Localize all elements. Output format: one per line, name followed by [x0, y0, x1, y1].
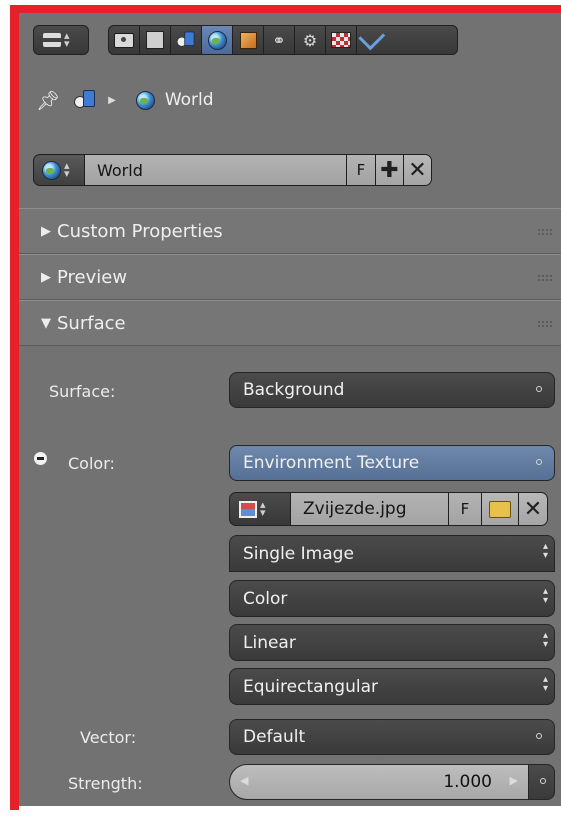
- plus-icon: ✚: [380, 157, 399, 183]
- socket-dot-icon: [540, 778, 546, 784]
- updown-arrows-icon: ▴ ▾: [542, 586, 548, 606]
- interpolation-dropdown[interactable]: Linear ▴ ▾: [229, 624, 555, 661]
- updown-arrows-icon: ▴ ▾: [64, 159, 70, 180]
- socket-dot-icon: [536, 386, 542, 392]
- properties-editor: ▴ ▾ ⚭ ⚙ 📌︎ ▶ World ▴ ▾ World F ✚ ✕ ▶ Cus…: [19, 13, 561, 806]
- menu-icon: [43, 33, 61, 47]
- render-layers-icon: [146, 31, 164, 49]
- scene-icon: [74, 90, 96, 110]
- highlight-border-left: [10, 5, 19, 810]
- projection-value: Equirectangular: [243, 676, 379, 697]
- drag-handle-icon[interactable]: [537, 320, 553, 328]
- world-icon: [42, 160, 61, 180]
- scene-icon: [176, 31, 196, 49]
- updown-arrows-icon: ▴ ▾: [542, 541, 548, 561]
- image-icon: [239, 500, 257, 518]
- close-icon: ✕: [408, 157, 427, 183]
- breadcrumb-label: World: [164, 90, 214, 110]
- context-tabs: ⚭ ⚙: [108, 23, 458, 55]
- pin-icon[interactable]: 📌︎: [36, 89, 60, 112]
- editor-type-selector[interactable]: ▴ ▾: [33, 25, 89, 55]
- highlight-border-top: [10, 5, 561, 13]
- updown-arrows-icon: ▴ ▾: [542, 630, 548, 650]
- physics-icon: [358, 23, 386, 50]
- object-icon: [239, 31, 257, 49]
- interpolation-value: Linear: [243, 632, 296, 653]
- image-source-value: Single Image: [243, 543, 354, 564]
- tab-texture[interactable]: [326, 26, 357, 54]
- image-datablock-selector: ▴ ▾ Zvijezde.jpg F ✕: [229, 492, 548, 526]
- tab-physics[interactable]: [357, 23, 388, 54]
- modifiers-icon: ⚙: [302, 30, 318, 50]
- expand-arrow-icon: ▶: [41, 269, 51, 285]
- panel-surface[interactable]: ▼ Surface: [19, 300, 561, 346]
- surface-shader-field[interactable]: Background: [229, 372, 555, 408]
- panel-title: Preview: [57, 266, 128, 288]
- drag-handle-icon[interactable]: [537, 274, 553, 282]
- vector-label: Vector:: [80, 728, 137, 747]
- color-input-field[interactable]: Environment Texture: [229, 445, 555, 481]
- breadcrumb: 📌︎ ▶ World: [36, 85, 214, 115]
- image-source-dropdown[interactable]: Single Image ▴ ▾: [229, 535, 555, 572]
- unlink-world-button[interactable]: ✕: [404, 154, 432, 186]
- strength-slider[interactable]: ◀ 1.000 ▶: [229, 764, 529, 800]
- strength-label: Strength:: [68, 774, 143, 793]
- updown-arrows-icon: ▴ ▾: [542, 674, 548, 694]
- tab-scene[interactable]: [171, 26, 202, 54]
- world-icon: [135, 90, 155, 110]
- panel-preview[interactable]: ▶ Preview: [19, 254, 561, 300]
- expand-arrow-icon: ▶: [41, 223, 51, 239]
- unlink-image-button[interactable]: ✕: [519, 492, 548, 526]
- image-name-field[interactable]: Zvijezde.jpg: [291, 492, 449, 526]
- world-browse-button[interactable]: ▴ ▾: [33, 154, 85, 186]
- updown-arrows-icon: ▴ ▾: [260, 498, 266, 519]
- vector-input-value: Default: [243, 727, 306, 747]
- surface-label: Surface:: [49, 382, 116, 401]
- close-icon: ✕: [523, 496, 543, 522]
- panel-title: Custom Properties: [57, 220, 223, 242]
- tab-object[interactable]: [233, 26, 264, 54]
- tab-world[interactable]: [202, 26, 233, 54]
- color-space-value: Color: [243, 588, 288, 609]
- collapse-arrow-icon: ▼: [41, 315, 51, 331]
- image-browse-button[interactable]: ▴ ▾: [229, 492, 291, 526]
- decrement-arrow-icon[interactable]: ◀: [240, 774, 248, 787]
- projection-dropdown[interactable]: Equirectangular ▴ ▾: [229, 668, 555, 705]
- collapse-minus-icon[interactable]: [34, 452, 47, 465]
- tab-render-layers[interactable]: [140, 26, 171, 54]
- socket-dot-icon: [536, 733, 542, 739]
- drag-handle-icon[interactable]: [537, 228, 553, 236]
- increment-arrow-icon[interactable]: ▶: [510, 774, 518, 787]
- folder-icon: [489, 500, 511, 518]
- texture-icon: [331, 32, 351, 48]
- color-space-dropdown[interactable]: Color ▴ ▾: [229, 580, 555, 617]
- vector-input-field[interactable]: Default: [229, 719, 555, 755]
- socket-dot-icon: [536, 459, 542, 465]
- tab-render[interactable]: [109, 26, 140, 54]
- screenshot-frame: ▴ ▾ ⚭ ⚙ 📌︎ ▶ World ▴ ▾ World F ✚ ✕ ▶ Cus…: [0, 0, 561, 816]
- updown-arrows-icon: ▴ ▾: [64, 29, 70, 50]
- strength-socket[interactable]: [529, 764, 555, 800]
- fake-user-button[interactable]: F: [347, 154, 376, 186]
- world-icon: [207, 30, 227, 50]
- world-name-field[interactable]: World: [85, 154, 347, 186]
- render-icon: [114, 32, 134, 48]
- open-image-button[interactable]: [482, 492, 519, 526]
- color-label: Color:: [68, 454, 115, 473]
- panel-title: Surface: [57, 312, 126, 334]
- tab-constraints[interactable]: ⚭: [264, 26, 295, 54]
- strength-value: 1.000: [443, 772, 492, 792]
- surface-shader-value: Background: [243, 380, 345, 400]
- tab-modifiers[interactable]: ⚙: [295, 26, 326, 54]
- world-datablock-selector: ▴ ▾ World F ✚ ✕: [33, 154, 432, 186]
- panel-custom-properties[interactable]: ▶ Custom Properties: [19, 208, 561, 254]
- image-fake-user-button[interactable]: F: [449, 492, 482, 526]
- properties-toolbar: ▴ ▾ ⚭ ⚙: [19, 13, 561, 63]
- color-input-value: Environment Texture: [243, 453, 420, 473]
- constraints-icon: ⚭: [272, 30, 286, 50]
- add-world-button[interactable]: ✚: [376, 154, 404, 186]
- breadcrumb-arrow-icon: ▶: [108, 94, 116, 106]
